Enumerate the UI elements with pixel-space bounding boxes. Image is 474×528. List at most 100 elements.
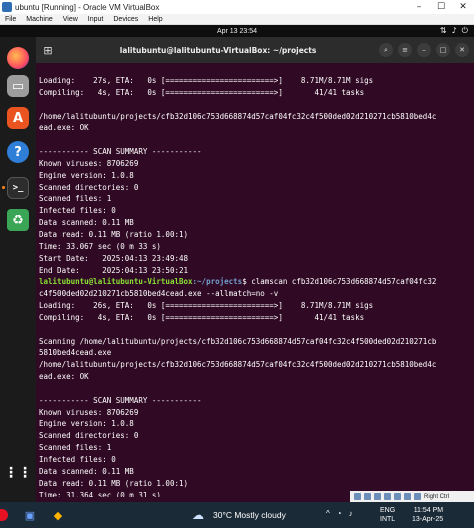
lang-layout: INTL xyxy=(380,516,396,523)
notification-icon[interactable] xyxy=(0,509,8,521)
terminal-line: Data scanned: 0.11 MB xyxy=(39,218,134,228)
system-tray: ^ ◔ ♪ xyxy=(326,509,353,518)
terminal-line: Compiling: 4s, ETA: 0s [================… xyxy=(39,312,365,322)
menu-help[interactable]: Help xyxy=(143,16,167,23)
ubuntu-dock: ▭ A ? >_ ♻ ⋮⋮ xyxy=(0,37,36,502)
files-icon[interactable]: ▭ xyxy=(7,75,29,97)
maximize-icon[interactable]: ☐ xyxy=(430,0,452,14)
cloud-icon[interactable]: ☁ xyxy=(190,507,206,523)
menu-view[interactable]: View xyxy=(58,16,83,23)
prompt-command: $ clamscan cfb32d106c753d668874d57caf04f… xyxy=(242,277,437,287)
windows-taskbar: ▣ ◆ ☁ 30°C Mostly cloudy ^ ◔ ♪ ENG INTL … xyxy=(0,502,474,528)
virtualbox-icon xyxy=(2,2,12,12)
close-icon[interactable]: ✕ xyxy=(455,43,469,57)
lang-code: ENG xyxy=(380,507,396,514)
terminal-line: Loading: 27s, ETA: 0s [=================… xyxy=(39,76,374,85)
language-indicator[interactable]: ENG INTL xyxy=(380,506,395,524)
network-icon: ⇅ xyxy=(439,26,447,35)
terminal-line: /home/lalitubuntu/projects/cfb32d106c753… xyxy=(39,111,437,121)
terminal-line: Engine version: 1.0.8 xyxy=(39,419,134,429)
window-title: ubuntu [Running] - Oracle VM VirtualBox xyxy=(15,2,160,12)
menu-input[interactable]: Input xyxy=(83,16,109,23)
terminal-line: ----------- SCAN SUMMARY ----------- xyxy=(39,395,202,405)
terminal-line: Time: 33.067 sec (0 m 33 s) xyxy=(39,241,161,251)
terminal-line: ead.exe: OK xyxy=(39,372,89,382)
maximize-icon[interactable]: □ xyxy=(436,43,450,57)
terminal-line: lalitubuntu@lalitubuntu-VirtualBox:~/pro… xyxy=(39,276,469,288)
window-controls: – ☐ ✕ xyxy=(408,0,474,14)
terminal-line: Loading: 26s, ETA: 0s [=================… xyxy=(39,301,374,311)
power-icon: ⏻ xyxy=(461,26,468,35)
network-adapter-icon[interactable] xyxy=(374,493,381,500)
terminal-line: Scanned files: 1 xyxy=(39,443,112,453)
menu-icon[interactable]: ≡ xyxy=(398,43,412,57)
terminal-window[interactable]: ⊞ lalitubuntu@lalitubuntu-VirtualBox: ~/… xyxy=(36,37,474,502)
wifi-icon[interactable]: ◔ xyxy=(337,509,342,518)
prompt-user: lalitubuntu@lalitubuntu-VirtualBox xyxy=(39,277,193,287)
terminal-line: Infected files: 0 xyxy=(39,455,116,464)
shared-folder-icon[interactable] xyxy=(394,493,401,500)
menu-file[interactable]: File xyxy=(0,16,21,23)
clock-date: 13-Apr-25 xyxy=(412,516,444,523)
menu-devices[interactable]: Devices xyxy=(108,16,143,23)
terminal-title: lalitubuntu@lalitubuntu-VirtualBox: ~/pr… xyxy=(119,45,317,55)
terminal-line: c4f500ded02d210271cb5810bed4cead.exe --a… xyxy=(39,289,279,299)
terminal-headerbar: ⊞ lalitubuntu@lalitubuntu-VirtualBox: ~/… xyxy=(36,37,474,63)
volume-icon: ♪ xyxy=(451,26,457,35)
pinned-app-icon[interactable]: ◆ xyxy=(50,507,66,523)
volume-icon[interactable]: ♪ xyxy=(349,509,353,518)
system-status-area[interactable]: ⇅ ♪ ⏻ xyxy=(440,26,468,36)
chevron-up-icon[interactable]: ^ xyxy=(326,509,330,518)
terminal-line: Known viruses: 8706269 xyxy=(39,407,139,417)
terminal-line: Scanning /home/lalitubuntu/projects/cfb3… xyxy=(39,336,437,346)
terminal-line: Start Date: 2025:04:13 23:49:48 xyxy=(39,253,189,263)
minimize-icon[interactable]: – xyxy=(417,43,431,57)
terminal-line: Scanned files: 1 xyxy=(39,194,112,204)
menu-machine[interactable]: Machine xyxy=(21,16,57,23)
prompt-path: :~/projects xyxy=(192,277,243,287)
terminal-line: Engine version: 1.0.8 xyxy=(39,170,134,180)
firefox-icon[interactable] xyxy=(7,47,29,69)
terminal-line: Known viruses: 8706269 xyxy=(39,158,139,168)
terminal-icon[interactable]: >_ xyxy=(7,177,29,199)
terminal-output[interactable]: Loading: 27s, ETA: 0s [=================… xyxy=(39,75,469,497)
display-icon[interactable] xyxy=(404,493,411,500)
host-key-label: Right Ctrl xyxy=(424,493,450,500)
terminal-line: /home/lalitubuntu/projects/cfb32d106c753… xyxy=(39,360,437,370)
optical-drive-icon[interactable] xyxy=(364,493,371,500)
running-indicator xyxy=(2,186,5,189)
terminal-line: Infected files: 0 xyxy=(39,206,116,216)
terminal-line: Data read: 0.11 MB (ratio 1.00:1) xyxy=(39,478,189,488)
virtualbox-taskbar-icon[interactable]: ▣ xyxy=(22,507,38,523)
terminal-line: ead.exe: OK xyxy=(39,123,89,133)
minimize-icon[interactable]: – xyxy=(408,0,430,14)
search-icon[interactable]: ⌕ xyxy=(379,43,393,57)
taskbar-clock[interactable]: 11:54 PM 13-Apr-25 xyxy=(412,506,443,524)
close-icon[interactable]: ✕ xyxy=(452,0,474,14)
weather-widget[interactable]: 30°C Mostly cloudy xyxy=(213,510,286,520)
terminal-line: Data scanned: 0.11 MB xyxy=(39,466,134,476)
clock-time: 11:54 PM xyxy=(413,507,444,514)
recording-icon[interactable] xyxy=(414,493,421,500)
usb-icon[interactable] xyxy=(384,493,391,500)
ubuntu-desktop: Apr 13 23:54 ⇅ ♪ ⏻ ▭ A ? >_ ♻ ⋮⋮ ⊞ lalit… xyxy=(0,25,474,502)
app-center-icon[interactable]: A xyxy=(7,107,29,129)
new-tab-icon[interactable]: ⊞ xyxy=(39,41,57,59)
show-apps-icon[interactable]: ⋮⋮ xyxy=(4,462,32,484)
help-icon[interactable]: ? xyxy=(7,141,29,163)
storage-icon[interactable] xyxy=(354,493,361,500)
terminal-line: ----------- SCAN SUMMARY ----------- xyxy=(39,147,202,157)
terminal-line: 5810bed4cead.exe xyxy=(39,348,112,358)
terminal-line: Data read: 0.11 MB (ratio 1.00:1) xyxy=(39,229,189,239)
terminal-line: Scanned directories: 0 xyxy=(39,182,139,192)
top-bar-clock[interactable]: Apr 13 23:54 xyxy=(217,28,257,35)
terminal-line: End Date: 2025:04:13 23:50:21 xyxy=(39,265,189,275)
vbox-statusbar: Right Ctrl xyxy=(350,491,474,502)
trash-icon[interactable]: ♻ xyxy=(7,209,29,231)
terminal-line: Scanned directories: 0 xyxy=(39,431,139,441)
vbox-menubar: File Machine View Input Devices Help xyxy=(0,14,474,25)
